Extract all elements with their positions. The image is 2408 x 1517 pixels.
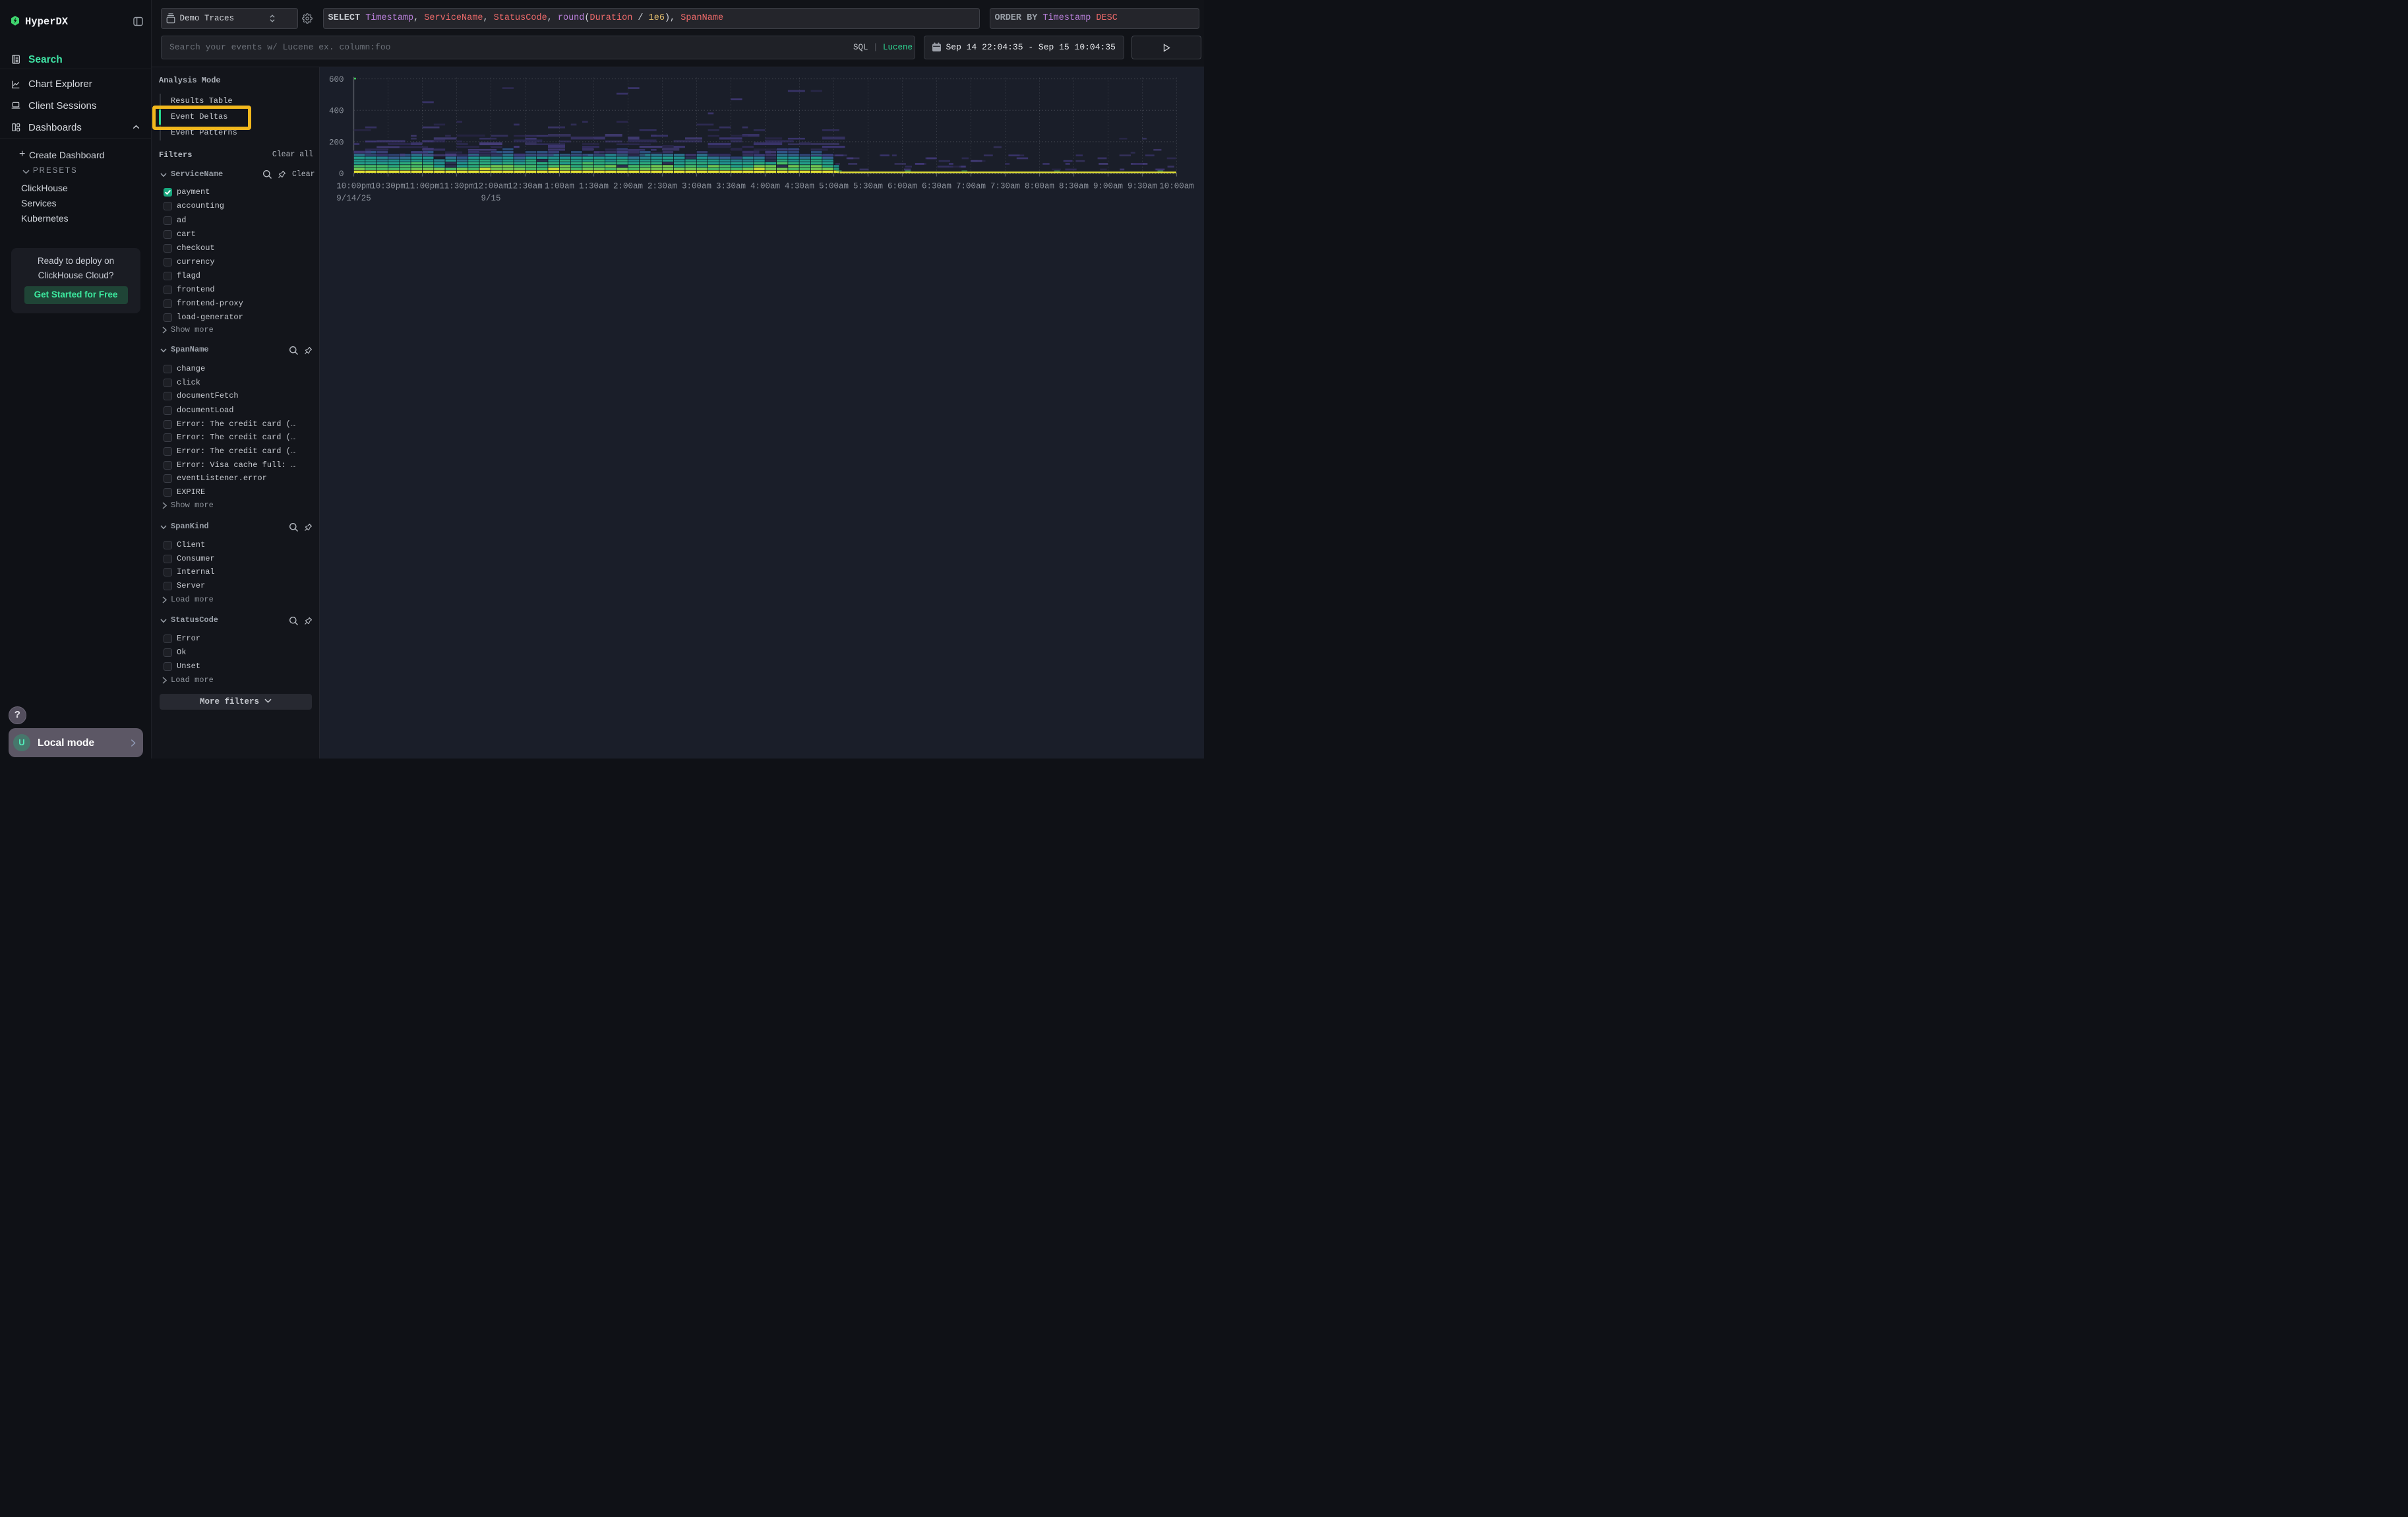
svg-text:12:30am: 12:30am	[508, 182, 543, 191]
svg-text:11:30pm: 11:30pm	[439, 182, 474, 191]
svg-text:10:00pm: 10:00pm	[336, 182, 371, 191]
svg-text:9:00am: 9:00am	[1093, 182, 1123, 191]
svg-text:1:00am: 1:00am	[545, 182, 574, 191]
svg-text:12:00am: 12:00am	[473, 182, 508, 191]
svg-text:600: 600	[329, 75, 344, 84]
svg-text:10:00am: 10:00am	[1159, 182, 1194, 191]
svg-text:6:00am: 6:00am	[888, 182, 917, 191]
svg-text:3:30am: 3:30am	[716, 182, 746, 191]
svg-text:2:30am: 2:30am	[647, 182, 677, 191]
svg-text:400: 400	[329, 107, 344, 116]
svg-text:4:30am: 4:30am	[785, 182, 814, 191]
svg-text:10:30pm: 10:30pm	[371, 182, 406, 191]
svg-text:200: 200	[329, 138, 344, 147]
svg-text:7:30am: 7:30am	[990, 182, 1020, 191]
svg-text:5:00am: 5:00am	[819, 182, 849, 191]
svg-text:2:00am: 2:00am	[613, 182, 643, 191]
svg-text:9/14/25: 9/14/25	[336, 194, 371, 203]
svg-text:9:30am: 9:30am	[1128, 182, 1157, 191]
svg-text:8:00am: 8:00am	[1025, 182, 1054, 191]
svg-text:8:30am: 8:30am	[1059, 182, 1089, 191]
svg-text:4:00am: 4:00am	[750, 182, 780, 191]
svg-text:3:00am: 3:00am	[682, 182, 711, 191]
svg-text:11:00pm: 11:00pm	[405, 182, 440, 191]
svg-text:5:30am: 5:30am	[853, 182, 883, 191]
svg-text:7:00am: 7:00am	[956, 182, 986, 191]
svg-text:0: 0	[339, 170, 344, 179]
svg-text:9/15: 9/15	[481, 194, 500, 203]
svg-text:1:30am: 1:30am	[579, 182, 609, 191]
svg-text:6:30am: 6:30am	[922, 182, 951, 191]
